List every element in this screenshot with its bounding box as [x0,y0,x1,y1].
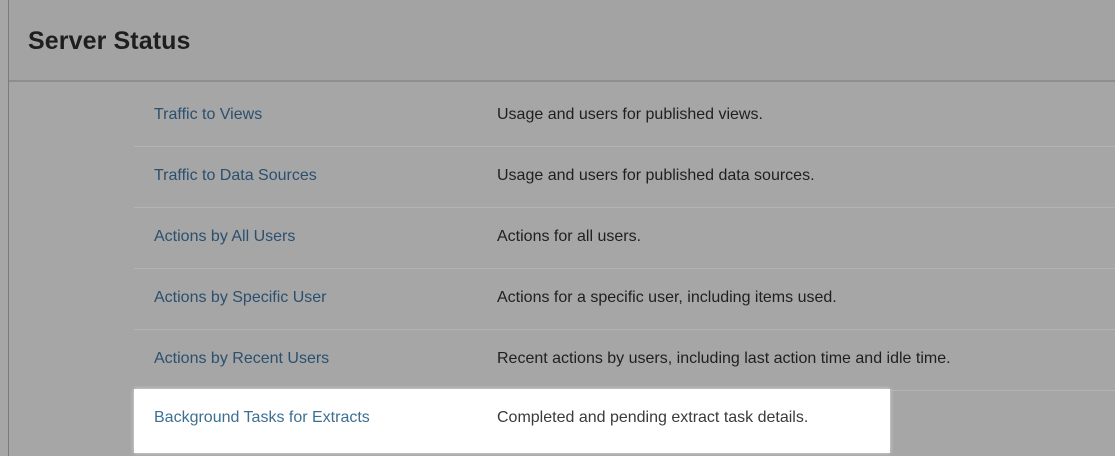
reports-table: Traffic to Views Usage and users for pub… [134,86,1115,456]
report-row-background-tasks-for-extracts: Background Tasks for Extracts Completed … [134,389,890,453]
report-link-actions-by-specific-user[interactable]: Actions by Specific User [154,289,327,307]
report-row-actions-by-all-users: Actions by All Users Actions for all use… [134,208,1115,269]
page-header: Server Status [9,0,1115,82]
report-description: Actions for all users. [497,228,642,245]
server-status-panel: Server Status Traffic to Views Usage and… [8,0,1115,456]
page-title: Server Status [28,27,191,55]
report-link-actions-by-all-users[interactable]: Actions by All Users [154,228,295,246]
report-link-background-tasks-for-extracts[interactable]: Background Tasks for Extracts [154,409,370,427]
report-row-actions-by-recent-users: Actions by Recent Users Recent actions b… [134,330,1115,391]
report-link-actions-by-recent-users[interactable]: Actions by Recent Users [154,350,329,368]
report-link-traffic-to-views[interactable]: Traffic to Views [154,106,262,124]
report-description: Actions for a specific user, including i… [497,289,837,306]
report-description: Usage and users for published views. [497,106,763,123]
report-row-traffic-to-views: Traffic to Views Usage and users for pub… [134,86,1115,147]
report-row-actions-by-specific-user: Actions by Specific User Actions for a s… [134,269,1115,330]
report-description: Completed and pending extract task detai… [497,409,809,426]
report-description: Usage and users for published data sourc… [497,167,815,184]
report-link-traffic-to-data-sources[interactable]: Traffic to Data Sources [154,167,317,185]
report-row-traffic-to-data-sources: Traffic to Data Sources Usage and users … [134,147,1115,208]
report-description: Recent actions by users, including last … [497,350,951,367]
